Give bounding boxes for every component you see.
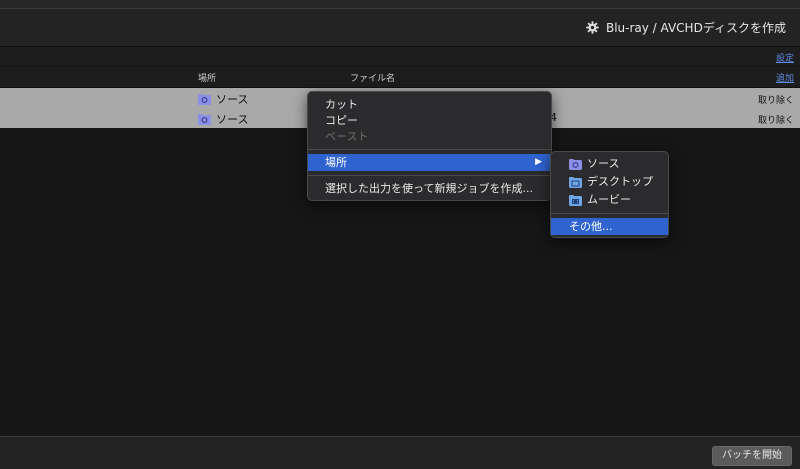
footer-bar: バッチを開始	[0, 436, 800, 469]
toolbar: Blu-ray / AVCHDディスクを作成	[0, 9, 800, 47]
submenu-item-label: ソース	[587, 157, 620, 170]
menu-item-location-label: 場所	[325, 156, 347, 169]
folder-icon	[569, 158, 582, 170]
folder-icon	[198, 113, 211, 125]
add-link[interactable]: 追加	[776, 71, 794, 84]
movies-folder-icon	[569, 194, 582, 206]
submenu-item-desktop[interactable]: デスクトップ	[551, 173, 668, 190]
folder-icon	[198, 93, 211, 105]
submenu-item-label: ムービー	[587, 193, 631, 206]
remove-link[interactable]: 取り除く	[758, 113, 794, 126]
location-label: ソース	[216, 93, 249, 106]
table-header: 場所 ファイル名 追加	[0, 67, 800, 88]
start-batch-button[interactable]: バッチを開始	[712, 446, 792, 466]
remove-link[interactable]: 取り除く	[758, 93, 794, 106]
submenu-item-other[interactable]: その他...	[551, 218, 668, 235]
location-cell[interactable]: ソース	[198, 111, 248, 127]
menu-separator	[551, 213, 668, 214]
context-menu: カット コピー ペースト 場所 ▶ 選択した出力を使って新規ジョブを作成...	[307, 91, 552, 201]
submenu-arrow-icon: ▶	[535, 157, 542, 167]
submenu-item-label: デスクトップ	[587, 175, 653, 188]
menu-item-location[interactable]: 場所 ▶	[308, 154, 551, 171]
column-location[interactable]: 場所	[198, 71, 216, 84]
title-strip	[0, 0, 800, 9]
menu-item-paste[interactable]: ペースト	[308, 128, 551, 145]
settings-row: 設定	[0, 47, 800, 65]
menu-item-cut[interactable]: カット	[308, 96, 551, 113]
folder-icon	[569, 176, 582, 188]
location-submenu: ソース デスクトップ ムービー その他...	[550, 151, 669, 238]
submenu-item-source[interactable]: ソース	[551, 155, 668, 172]
location-label: ソース	[216, 113, 249, 126]
gear-icon	[586, 21, 599, 34]
create-disc-label: Blu-ray / AVCHDディスクを作成	[605, 21, 786, 35]
location-cell[interactable]: ソース	[198, 91, 248, 107]
menu-item-new-job[interactable]: 選択した出力を使って新規ジョブを作成...	[308, 180, 551, 197]
settings-link[interactable]: 設定	[776, 51, 794, 64]
submenu-item-movies[interactable]: ムービー	[551, 191, 668, 208]
column-filename[interactable]: ファイル名	[350, 71, 395, 84]
menu-item-copy[interactable]: コピー	[308, 112, 551, 129]
create-disc-button[interactable]: Blu-ray / AVCHDディスクを作成	[586, 19, 786, 36]
menu-separator	[308, 175, 551, 176]
menu-separator	[308, 149, 551, 150]
